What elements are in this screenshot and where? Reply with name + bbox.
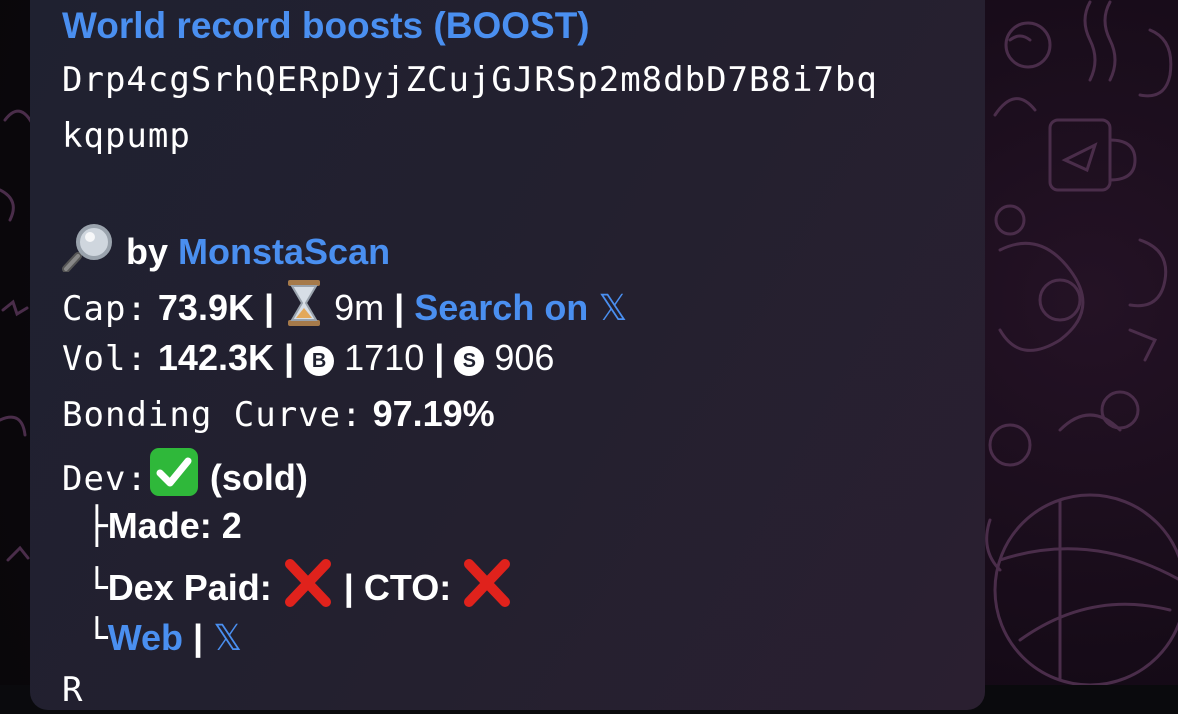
dex-paid-label: Dex Paid: <box>107 567 272 608</box>
next-line-partial: R <box>62 666 83 714</box>
separator: | <box>343 567 354 608</box>
dev-status: (sold) <box>209 457 308 498</box>
monstascan-link[interactable]: MonstaScan <box>178 231 390 272</box>
age-value: 9m <box>334 287 385 328</box>
cap-label: Cap: <box>62 289 148 329</box>
x-profile-link-icon[interactable]: 𝕏 <box>213 617 242 658</box>
tree-end: └ <box>86 568 108 609</box>
cross-mark-icon <box>461 558 513 620</box>
search-on-label[interactable]: Search on <box>414 287 588 328</box>
vol-value: 142.3K <box>157 337 274 378</box>
buys-badge-icon: B <box>304 346 335 376</box>
made-value: 2 <box>221 505 242 546</box>
sells-badge-icon: S <box>454 346 485 376</box>
separator: | <box>264 287 275 328</box>
vol-label: Vol: <box>62 339 148 379</box>
search-on-x-link[interactable]: Search on 𝕏 <box>414 287 627 328</box>
token-title-link[interactable]: World record boosts (BOOST) <box>62 2 590 50</box>
sells-value: 906 <box>494 337 555 378</box>
hourglass-icon <box>284 278 324 340</box>
bonding-curve-label: Bonding Curve: <box>62 395 363 435</box>
token-title-text[interactable]: World record boosts (BOOST) <box>62 5 590 46</box>
volume-line: Vol: 142.3K | B 1710 | S 906 <box>62 334 554 382</box>
tree-branch: ├ <box>86 506 108 547</box>
cto-label: CTO: <box>363 567 452 608</box>
scanner-credit-line: by MonstaScan <box>62 222 390 273</box>
dev-made-line: ├Made: 2 <box>62 502 242 550</box>
separator: | <box>193 617 204 658</box>
contract-address-text[interactable]: Drp4cgSrhQERpDyjZCujGJRSp2m8dbD7B8i7bq <box>62 60 878 100</box>
by-label: by <box>126 231 169 272</box>
contract-address-suffix[interactable]: kqpump <box>62 116 191 156</box>
bonding-curve-line: Bonding Curve: 97.19% <box>62 390 495 438</box>
buys-value: 1710 <box>344 337 425 378</box>
cross-mark-icon <box>282 558 334 620</box>
dev-line: Dev: (sold) <box>62 446 308 499</box>
x-logo-icon[interactable]: 𝕏 <box>598 287 627 328</box>
web-link[interactable]: Web <box>108 617 183 658</box>
check-mark-icon <box>148 446 200 510</box>
cap-line: Cap: 73.9K | 9m | Search on 𝕏 <box>62 278 627 329</box>
separator: | <box>394 287 405 328</box>
bonding-curve-value: 97.19% <box>372 393 495 434</box>
dex-paid-line: └Dex Paid: | CTO: <box>62 558 513 609</box>
links-line: └Web | 𝕏 <box>62 614 242 662</box>
made-label: Made: <box>107 505 212 546</box>
cap-value: 73.9K <box>157 287 254 328</box>
separator: | <box>434 337 445 378</box>
dev-label: Dev: <box>62 459 148 499</box>
contract-address-line2[interactable]: kqpump <box>62 112 191 160</box>
magnifier-icon <box>62 222 116 284</box>
separator: | <box>284 337 295 378</box>
partial-next-text: R <box>62 670 84 710</box>
tree-end: └ <box>86 618 108 659</box>
contract-address-line1[interactable]: Drp4cgSrhQERpDyjZCujGJRSp2m8dbD7B8i7bq <box>62 56 878 104</box>
